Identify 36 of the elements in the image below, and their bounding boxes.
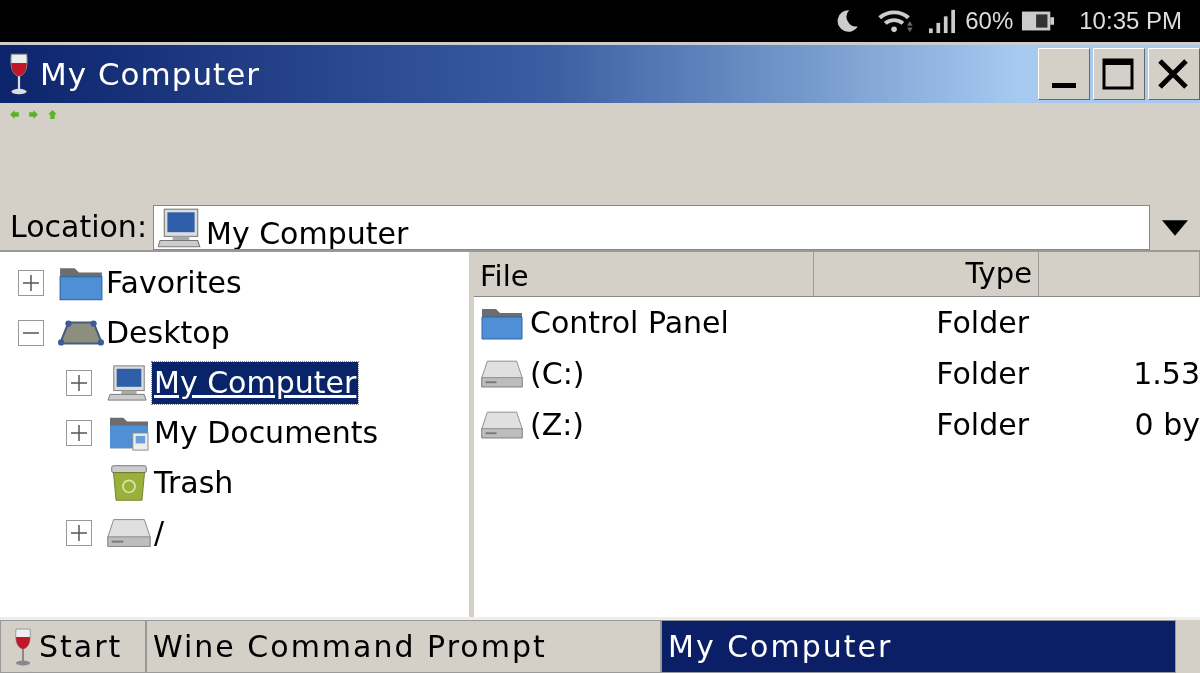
item-name[interactable]: Control Panel [530, 305, 729, 340]
signal-icon [927, 8, 958, 34]
minimize-button[interactable] [1038, 48, 1090, 100]
tree-item[interactable]: Desktop [104, 312, 232, 354]
file-type: Folder [935, 407, 1030, 442]
tree-item[interactable]: / [152, 512, 167, 554]
file-type: Folder [935, 356, 1030, 391]
name-column-header[interactable]: File [474, 252, 814, 296]
taskbar-button[interactable]: Wine Command Prompt [146, 620, 661, 673]
item-name[interactable]: (C:) [530, 356, 585, 391]
expand-icon[interactable] [66, 520, 92, 546]
battery-percent: 60% [965, 7, 1014, 35]
item-name[interactable]: (Z:) [530, 407, 585, 442]
tree-item[interactable]: Trash [152, 462, 236, 504]
collapse-icon[interactable] [18, 320, 44, 346]
expand-icon[interactable] [18, 270, 44, 296]
wine-glass-icon [13, 625, 33, 668]
expand-icon[interactable] [66, 370, 92, 396]
caret-icon [1162, 219, 1188, 236]
close-button[interactable] [1148, 48, 1200, 100]
tree-item[interactable]: My Documents [152, 412, 381, 454]
location-label: Location: [9, 208, 148, 246]
clock-time: 10:35 PM [1079, 7, 1182, 35]
start-button[interactable]: Start [0, 620, 146, 673]
expand-icon[interactable] [66, 420, 92, 446]
window-title: My Computer [40, 56, 262, 92]
tree-item[interactable]: My Computer [152, 362, 359, 404]
type-column-header[interactable]: Type [814, 252, 1039, 296]
file-size: 1.53 [1133, 356, 1200, 391]
maximize-button[interactable] [1093, 48, 1145, 100]
wine-glass-icon [8, 52, 30, 96]
file-size: 0 by [1134, 407, 1200, 442]
taskbar-button[interactable]: My Computer [661, 620, 1176, 673]
minimize-icon [1052, 83, 1076, 88]
tree-item[interactable]: Favorites [104, 262, 244, 304]
file-type: Folder [935, 305, 1030, 340]
